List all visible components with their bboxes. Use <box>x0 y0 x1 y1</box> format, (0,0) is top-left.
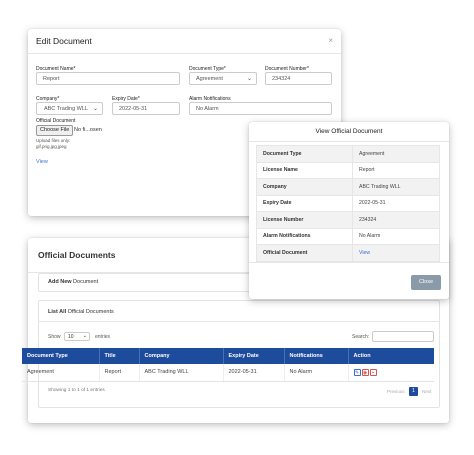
list-all-title: List All Official Documents <box>48 309 114 315</box>
column-header[interactable]: Company <box>139 348 224 364</box>
detail-row: Official Document View <box>256 244 440 262</box>
page-title: Official Documents <box>38 250 116 260</box>
company-select[interactable]: ABC Trading WLL ⌄ <box>36 102 103 115</box>
table-cell: No Alarm <box>284 364 349 382</box>
table-cell: ABC Trading WLL <box>139 364 224 382</box>
add-new-document-link[interactable]: Add New Document <box>48 279 98 285</box>
column-header[interactable]: Document Type <box>22 348 100 364</box>
view-link[interactable]: View <box>36 159 48 165</box>
column-header[interactable]: Notifications <box>284 348 349 364</box>
table-cell: Report <box>99 364 140 382</box>
showing-info: Showing 1 to 1 of 1 entries <box>48 388 105 393</box>
document-type-select[interactable]: Agreement ⌄ <box>189 72 257 85</box>
chevron-down-icon: ⌄ <box>82 333 87 339</box>
next-button[interactable]: Next <box>422 389 431 394</box>
detail-value: 234324 <box>352 211 440 229</box>
detail-row: Document Type Agreement <box>256 145 440 163</box>
alarm-notifications-select[interactable]: No Alarm <box>189 102 332 115</box>
trash-icon[interactable]: ▪ <box>369 368 377 376</box>
choose-file-button[interactable]: Choose File <box>36 125 74 136</box>
detail-key: License Number <box>256 211 353 229</box>
table-header-row: Document Type Title Company Expiry Date … <box>22 348 434 364</box>
upload-types: gif,png,jpg,jpeg <box>36 144 67 149</box>
modal-title: View Official Document <box>315 128 383 135</box>
detail-value: Report <box>352 161 440 179</box>
table-row: Agreement Report ABC Trading WLL 2022-05… <box>22 364 434 382</box>
divider <box>38 321 440 322</box>
eye-icon[interactable]: ◉ <box>361 368 369 376</box>
upload-hint: Upload files only: <box>36 138 71 143</box>
chevron-down-icon: ⌄ <box>92 106 98 112</box>
column-header[interactable]: Expiry Date <box>223 348 285 364</box>
page-button[interactable]: 1 <box>409 387 418 396</box>
table-cell: Agreement <box>22 364 100 382</box>
document-details-table: Document Type Agreement License Name Repor… <box>256 145 440 262</box>
column-header[interactable]: Action <box>348 348 434 364</box>
no-file-chosen-text: No fi...osen <box>74 127 102 133</box>
entries-select[interactable]: 10 ⌄ <box>64 332 90 341</box>
close-button[interactable]: Close <box>411 275 441 290</box>
detail-value: ABC Trading WLL <box>352 178 440 196</box>
detail-key: Alarm Notifications <box>256 227 353 245</box>
modal-title: Edit Document <box>36 36 92 46</box>
view-document-modal: View Official Document Document Type Agre… <box>249 122 449 299</box>
search-label: Search: <box>352 334 370 340</box>
detail-row: License Name Report <box>256 161 440 179</box>
document-number-input[interactable]: 234324 <box>265 72 332 85</box>
detail-key: Official Document <box>256 244 353 262</box>
search-input[interactable] <box>372 331 434 342</box>
expiry-date-input[interactable]: 2022-05-31 <box>112 102 180 115</box>
detail-key: Company <box>256 178 353 196</box>
detail-value: No Alarm <box>352 227 440 245</box>
pencil-icon[interactable]: ✎ <box>353 368 361 376</box>
action-cell: ✎ ◉ ▪ <box>348 364 434 382</box>
table-cell: 2022-05-31 <box>223 364 285 382</box>
detail-key: License Name <box>256 161 353 179</box>
previous-button[interactable]: Previous <box>387 389 405 394</box>
detail-key: Document Type <box>256 145 353 163</box>
documents-table: Document Type Title Company Expiry Date … <box>22 348 434 382</box>
divider <box>249 141 449 142</box>
close-icon[interactable]: × <box>328 36 333 45</box>
detail-key: Expiry Date <box>256 194 353 212</box>
divider <box>249 262 449 263</box>
column-header[interactable]: Title <box>99 348 140 364</box>
detail-row: Company ABC Trading WLL <box>256 178 440 196</box>
document-name-input[interactable]: Report <box>36 72 180 85</box>
official-document-label: Official Document <box>36 118 76 124</box>
detail-row: License Number 234324 <box>256 211 440 229</box>
view-document-link[interactable]: View <box>352 244 440 262</box>
detail-row: Alarm Notifications No Alarm <box>256 227 440 245</box>
detail-row: Expiry Date 2022-05-31 <box>256 194 440 212</box>
entries-label: entries <box>95 334 111 340</box>
show-label: Show <box>48 334 61 340</box>
detail-value: Agreement <box>352 145 440 163</box>
chevron-down-icon: ⌄ <box>246 76 252 82</box>
detail-value: 2022-05-31 <box>352 194 440 212</box>
